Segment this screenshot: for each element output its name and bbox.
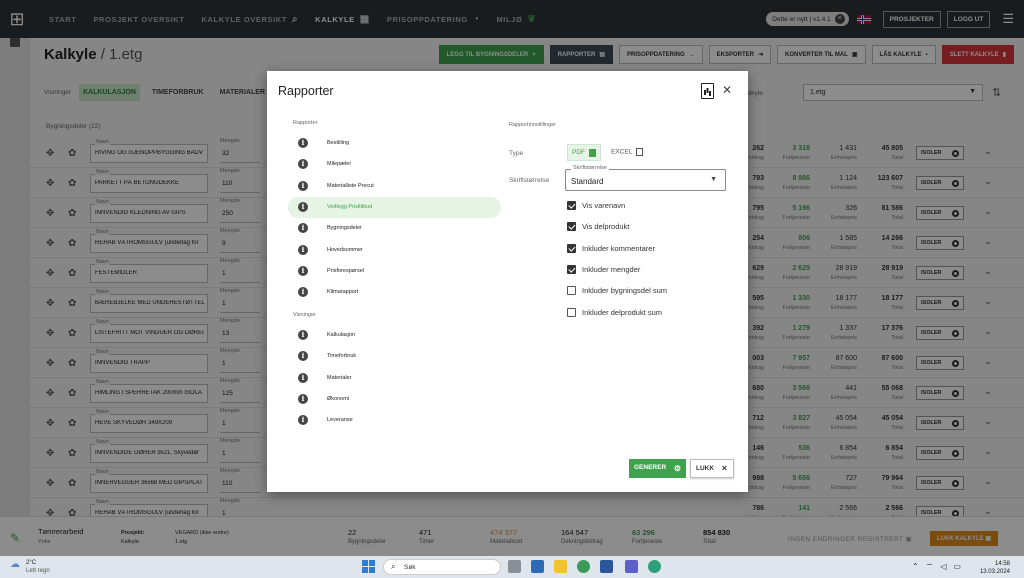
report-item-label: Prisforespørsel <box>327 267 364 274</box>
outlook-icon[interactable] <box>531 560 544 573</box>
info-icon: i <box>298 393 308 404</box>
view-item[interactable]: i Kalkulasjon <box>288 325 501 346</box>
close-icon: × <box>721 463 727 473</box>
chevron-up-icon[interactable]: ⌃ <box>912 562 919 572</box>
info-icon: i <box>298 138 308 148</box>
checkbox[interactable] <box>567 264 576 274</box>
view-item[interactable]: i Leveranse <box>288 410 501 431</box>
windows-start-icon[interactable] <box>362 560 375 573</box>
report-item[interactable]: i Bestilling <box>288 133 501 154</box>
info-icon: i <box>298 265 308 276</box>
report-item-label: Milepæler <box>327 161 352 168</box>
dialog-title: Rapporter <box>278 84 334 98</box>
caret-down-icon: ▼ <box>710 176 717 183</box>
info-icon: i <box>298 372 308 383</box>
info-icon: i <box>298 180 308 191</box>
checkbox-label: Vis varenavn <box>582 201 626 210</box>
checkbox[interactable] <box>567 222 576 232</box>
report-item-label: Bygningsdeler <box>327 225 362 232</box>
view-item-label: Økonomi <box>327 395 350 402</box>
view-item-label: Leveranse <box>327 417 353 424</box>
report-item[interactable]: i Prisforespørsel <box>288 261 501 282</box>
wifi-icon[interactable]: ⌔ <box>926 562 934 572</box>
pdf-file-icon <box>589 149 596 157</box>
view-item-label: Kalkulasjon <box>327 332 356 338</box>
weather-temp: 2°C <box>26 560 37 566</box>
battery-icon[interactable]: ▭ <box>953 562 961 572</box>
close-button[interactable]: LUKK × <box>690 459 734 478</box>
font-size-label: Skriftstørrelse <box>509 177 550 184</box>
checkbox-label: Inkluder delprodukt sum <box>582 307 663 317</box>
checkbox[interactable] <box>567 201 576 210</box>
report-item[interactable]: i Vedlegg Prisltilbud <box>288 196 501 218</box>
clock-time: 14:58 <box>994 561 1010 567</box>
info-icon: i <box>298 223 308 234</box>
checkbox-label: Inkluder kommentarer <box>582 243 655 253</box>
type-excel-option[interactable]: EXCEL <box>611 148 644 156</box>
report-item-label: Hovedsummer <box>327 246 363 253</box>
font-size-select[interactable]: Skriftstørrelse Standard ▼ <box>565 165 726 191</box>
weather-desc: Lett regn <box>26 568 50 574</box>
word-icon[interactable] <box>600 560 613 573</box>
report-item[interactable]: i Klimarapport <box>288 282 501 303</box>
info-icon: i <box>298 415 308 426</box>
checkbox-label: Inkluder bygningsdel sum <box>582 286 668 296</box>
checkbox[interactable] <box>567 307 576 317</box>
report-item-label: Materialliste Precut <box>327 182 374 189</box>
taskbar-search[interactable]: ⌕ Søk <box>383 559 501 575</box>
app-icon[interactable] <box>648 560 661 573</box>
report-item-label: Bestilling <box>327 140 350 146</box>
report-item-label: Vedlegg Prisltilbud <box>327 203 373 210</box>
rain-cloud-icon: ☁ <box>10 559 20 570</box>
font-size-value: Standard <box>571 177 604 186</box>
reports-section-label: Rapporter <box>293 120 318 126</box>
info-icon: i <box>298 330 308 340</box>
close-icon[interactable]: ✕ <box>722 83 732 97</box>
type-pdf-option[interactable]: PDF <box>567 144 601 161</box>
report-item[interactable]: i Milepæler <box>288 154 501 175</box>
volume-icon[interactable]: ◁ <box>940 562 946 572</box>
clock-date: 13.03.2024 <box>979 569 1010 575</box>
view-item[interactable]: i Økonomi <box>288 389 501 410</box>
info-icon: i <box>298 287 308 298</box>
info-icon: i <box>298 351 308 362</box>
generate-button[interactable]: GENERER ⚙ <box>629 459 686 478</box>
report-item[interactable]: i Materialliste Precut <box>288 176 501 197</box>
clock[interactable]: 14:58 13.03.2024 <box>968 560 1010 576</box>
report-item[interactable]: i Bygningsdeler <box>288 218 501 239</box>
taskbar-search-text: Søk <box>404 564 416 571</box>
checkbox[interactable] <box>567 243 576 253</box>
excel-file-icon <box>636 148 644 156</box>
view-item-label: Timeforbruk <box>327 353 357 360</box>
chrome-icon[interactable] <box>577 560 590 573</box>
info-icon: i <box>298 159 308 170</box>
checkbox[interactable] <box>567 286 576 296</box>
views-section-label: Visninger <box>293 312 316 318</box>
checkbox-label: Vis delprodukt <box>582 222 630 232</box>
settings-label: Rapportinnstillinger <box>509 122 557 128</box>
info-icon: i <box>298 201 308 212</box>
search-icon: ⌕ <box>391 562 396 571</box>
info-icon: i <box>298 244 308 255</box>
system-tray: ⌃ ⌔ ◁ ▭ <box>912 562 961 572</box>
task-view-icon[interactable] <box>508 560 521 573</box>
font-size-field-label: Skriftstørrelse <box>571 165 609 171</box>
view-item-label: Materialer <box>327 374 352 381</box>
reports-dialog: Rapporter ✕ Rapporter i Bestilling i Milepæ… <box>267 71 748 492</box>
view-item[interactable]: i Materialer <box>288 368 501 389</box>
chart-report-icon <box>701 83 714 99</box>
teams-icon[interactable] <box>625 560 638 573</box>
view-item[interactable]: i Timeforbruk <box>288 346 501 367</box>
checkbox-label: Inkluder mengder <box>582 264 641 274</box>
report-item-label: Klimarapport <box>327 289 359 296</box>
report-item[interactable]: i Hovedsummer <box>288 240 501 261</box>
cogs-icon: ⚙ <box>673 464 681 473</box>
taskbar: ☁ 2°C Lett regn ⌕ Søk ⌃ ⌔ ◁ ▭ 14:58 13.0… <box>0 556 1024 578</box>
type-label: Type <box>509 150 524 157</box>
file-explorer-icon[interactable] <box>554 560 567 573</box>
